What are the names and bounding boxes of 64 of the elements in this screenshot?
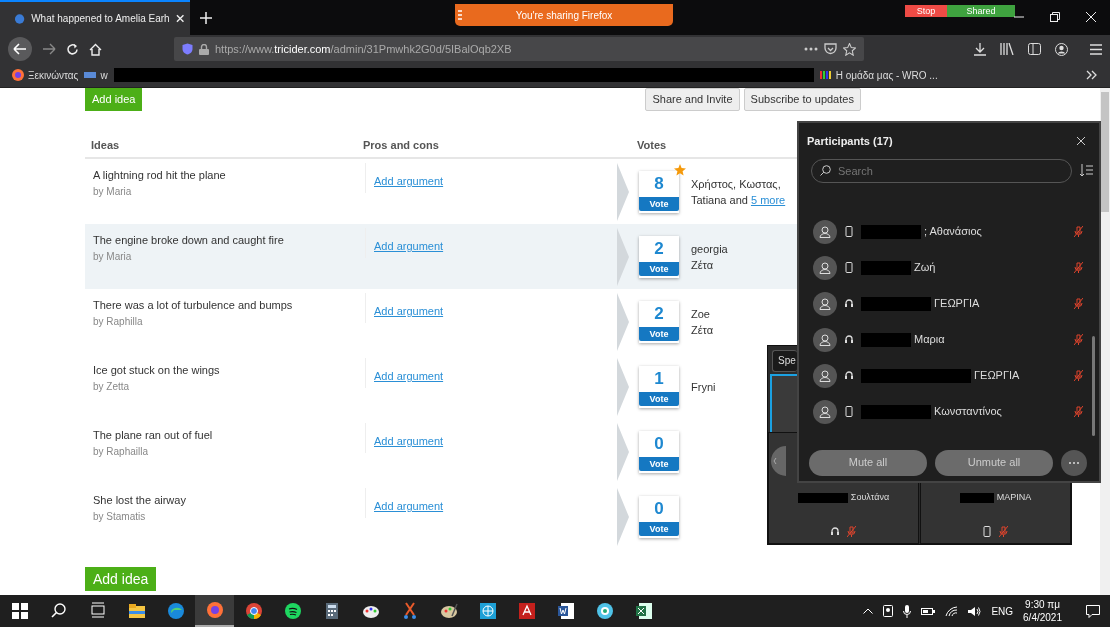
participant-name: Μαρια [914,332,945,348]
idea-title: She lost the airway [93,493,187,508]
speaker-tab[interactable]: Spe [772,350,797,372]
add-idea-button[interactable]: Add idea [85,567,157,591]
voter-name: Zoe [691,307,710,320]
idea-title: Ice got stuck on the wings [93,363,221,378]
column-header: Ideas [91,138,120,151]
panel-title: Participants (17) [807,134,893,149]
idea-author: by Maria [93,184,133,199]
participant-name: ΓΕΩΡΓΙΑ [974,368,1020,384]
column-header: Votes [637,138,667,151]
clock-date[interactable]: 6/4/2021 [1023,611,1062,624]
vote-button[interactable]: 8 Vote [639,170,679,213]
vote-button[interactable]: 1 Vote [639,365,679,408]
search-field[interactable]: Search [811,158,1072,183]
shared-label: Shared [947,5,1015,17]
bookmark[interactable]: Η ομάδα μας - WRO ... [819,67,938,83]
idea-author: by Raphilla [93,314,144,329]
vote-button[interactable]: 0 Vote [639,495,679,538]
column-header: Pros and cons [363,138,439,151]
url-field[interactable]: https://www.tricider.com/admin/31Pmwhk2G0d/5IBalOqb2XB [174,37,864,61]
vote-button[interactable]: 2 Vote [639,300,679,343]
clock-time[interactable]: 9:30 πμ [1023,598,1062,611]
idea-author: by Zetta [93,379,131,394]
idea-author: by Stamatis [93,509,147,524]
add-argument-link[interactable]: Add argument [365,358,444,388]
participant-name: ; Αθανάσιος [924,224,982,240]
voter-name: Tatiana and [691,193,748,206]
bookmark[interactable]: w [84,67,108,83]
more-voters-link[interactable]: 5 more [750,193,786,206]
participant-name: ΜΑΡΙΝΑ [996,491,1032,504]
vote-button[interactable]: 0 Vote [639,430,679,473]
add-argument-link[interactable]: Add argument [365,488,444,518]
bookmark[interactable]: Ξεκινώντας [12,67,79,83]
unmute-all-button[interactable]: Unmute all [935,449,1053,476]
voter-name: Ζέτα [691,323,714,336]
banner-text: You're sharing Firefox [515,8,613,23]
idea-title: There was a lot of turbulence and bumps [93,298,294,313]
participant-name: Σουλτάνα [850,491,890,504]
idea-title: A lightning rod hit the plane [93,168,227,183]
add-argument-link[interactable]: Add argument [365,163,444,193]
mute-all-button[interactable]: Mute all [809,449,927,476]
participant-name: ΓΕΩΡΓΙΑ [934,296,980,312]
voter-name: Χρήστος, Κωστας, [691,177,781,190]
participant-name: Κωνσταντίνος [934,404,1002,420]
tab-title: What happened to Amelia Earh [31,12,170,26]
browser-tab[interactable]: What happened to Amelia Earh [0,0,190,35]
idea-author: by Maria [93,249,133,264]
add-idea-button[interactable]: Add idea [85,88,143,111]
subscribe-button[interactable]: Subscribe to updates [743,88,861,111]
add-argument-link[interactable]: Add argument [365,293,444,323]
add-argument-link[interactable]: Add argument [365,228,444,258]
voter-name: Fryni [691,380,716,393]
vote-button[interactable]: 2 Vote [639,235,679,278]
stop-button[interactable]: Stop [905,5,947,17]
share-button[interactable]: Share and Invite [645,88,740,111]
voter-name: Ζέτα [691,258,714,271]
language-indicator[interactable]: ENG [991,603,1014,619]
participant-name: Ζωή [914,260,936,276]
idea-author: by Raphailla [93,444,150,459]
idea-title: The engine broke down and caught fire [93,233,285,248]
idea-title: The plane ran out of fuel [93,428,214,443]
voter-name: georgia [691,242,728,255]
add-argument-link[interactable]: Add argument [365,423,444,453]
